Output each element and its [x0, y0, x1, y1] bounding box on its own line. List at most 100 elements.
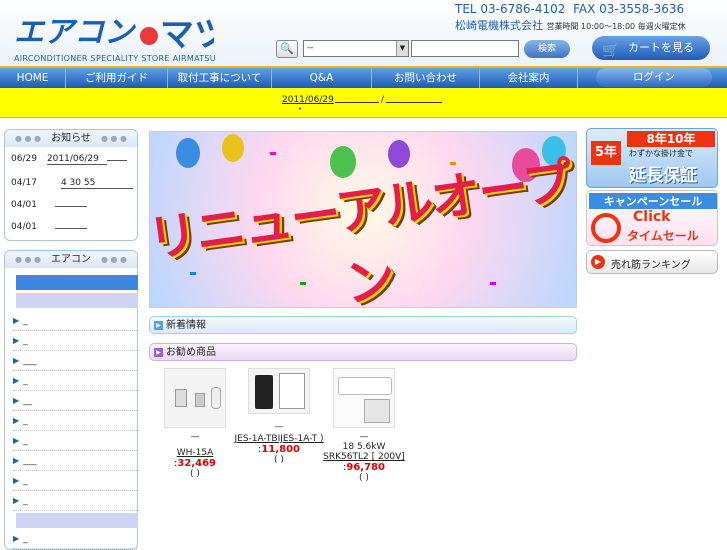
product-image[interactable]	[164, 368, 226, 428]
category-item[interactable]: ▶ _	[13, 491, 137, 511]
news-item[interactable]: 04/01	[11, 222, 87, 232]
aircon-box-header: ● ● ● エアコン ● ● ●	[5, 251, 137, 268]
arrow-right-icon: ▶	[13, 356, 20, 365]
category-item[interactable]: ▶ _	[13, 331, 137, 351]
category-label: _	[23, 534, 28, 544]
view-cart-button[interactable]: 🛒 カートを見る	[592, 36, 710, 60]
search-button[interactable]: 検索	[524, 40, 570, 58]
category-item[interactable]: ▶ ___	[13, 451, 137, 471]
product-spec: 18 5.6kW	[342, 442, 386, 452]
balloon-decoration	[222, 134, 244, 162]
product-thumbnail	[279, 373, 305, 409]
category-highlight[interactable]	[16, 275, 138, 290]
nav-company[interactable]: 会社案内	[480, 68, 578, 88]
news-text[interactable]	[54, 228, 87, 229]
ticker-date-link[interactable]: 2011/06/29	[282, 95, 334, 105]
new-info-title: 新着情報	[166, 320, 206, 331]
ticker-link[interactable]	[386, 102, 442, 103]
news-item[interactable]: 06/29 2011/06/29	[11, 154, 127, 165]
search-input[interactable]	[411, 40, 519, 57]
clock-icon	[591, 213, 621, 243]
category-item[interactable]: ▶ _	[13, 311, 137, 331]
category-band[interactable]	[16, 293, 138, 308]
product-dash: —	[190, 432, 200, 442]
category-label: ___	[23, 356, 37, 366]
product-name[interactable]: SRK56TL2 [ 200V]	[318, 452, 410, 462]
product-thumbnail	[195, 393, 205, 407]
product-card[interactable]: — 18 5.6kW SRK56TL2 [ 200V] :96,780 ( )	[318, 368, 410, 483]
timesale-banner[interactable]: キャンペーンセール Click タイムセール	[586, 190, 718, 246]
news-text[interactable]: 4 30 55	[60, 178, 133, 189]
business-hours: 営業時間 10:00～18:00 毎週火曜定休	[546, 22, 686, 31]
login-button[interactable]: ログイン	[596, 68, 712, 87]
product-name[interactable]: JES-1A-TBIJES-1A-T )	[234, 434, 324, 444]
click-label: Click	[633, 209, 671, 225]
product-card[interactable]: — JES-1A-TBIJES-1A-T ) :11,800 ( )	[234, 368, 324, 465]
category-label: _	[23, 316, 28, 326]
category-item[interactable]: ▶ ___	[13, 351, 137, 371]
arrow-right-icon: ▶	[13, 416, 20, 425]
category-item[interactable]: ▶ _	[13, 471, 137, 491]
nav-home[interactable]: HOME	[0, 68, 66, 88]
category-label: _	[23, 416, 28, 426]
category-item[interactable]: ▶ _	[13, 411, 137, 431]
arrow-right-icon: ▶	[13, 376, 20, 385]
news-date: 04/01	[11, 222, 37, 232]
category-item[interactable]: ▶ _	[13, 431, 137, 451]
product-image[interactable]	[333, 368, 395, 428]
category-item[interactable]: ▶ _	[13, 529, 137, 549]
product-thumbnail	[338, 377, 392, 395]
new-info-header: ▶ 新着情報	[149, 316, 577, 334]
ticker-separator: /	[381, 95, 385, 105]
extended-warranty-banner[interactable]: 5年 8年10年 わずかな掛け金で 延長保証	[586, 128, 718, 188]
nav-contact[interactable]: お問い合わせ	[372, 68, 480, 88]
category-label: _	[23, 436, 28, 446]
warranty-8-10y: 8年10年	[627, 131, 715, 147]
arrow-right-icon: ▶	[13, 396, 20, 405]
nav-qa[interactable]: Q&A	[272, 68, 372, 88]
category-item[interactable]: ▶ _	[13, 371, 137, 391]
news-text[interactable]	[54, 206, 87, 207]
logo-tagline: AIRCONDITIONER SPECIALITY STORE AIRMATSU	[14, 54, 216, 63]
cart-icon: 🛒	[602, 43, 620, 59]
dots-decoration: ● ● ●	[15, 255, 42, 264]
site-header: エアコン マツ AIRCONDITIONER SPECIALITY STORE …	[0, 0, 727, 66]
phone-number: TEL 03-6786-4102	[455, 2, 566, 16]
arrow-right-icon: ▶	[154, 321, 163, 330]
product-image[interactable]	[248, 368, 310, 414]
category-item[interactable]: ▶ __	[13, 391, 137, 411]
ranking-banner[interactable]: ▶ 売れ筋ランキング	[586, 250, 718, 274]
product-thumbnail	[255, 375, 273, 409]
dots-decoration: ● ● ●	[100, 134, 127, 143]
arrow-right-icon: ▶	[154, 348, 163, 357]
search-icon[interactable]: 🔍	[276, 40, 298, 58]
nav-guide[interactable]: ご利用ガイド	[66, 68, 168, 88]
ticker-underline	[335, 102, 379, 103]
product-name[interactable]: WH-15A	[150, 448, 240, 458]
site-logo[interactable]: エアコン マツ	[14, 8, 228, 55]
renewal-banner[interactable]: リニューアルオープン	[149, 131, 577, 308]
view-cart-label: カートを見る	[628, 41, 694, 54]
product-thumbnail	[211, 387, 221, 409]
balloon-decoration	[176, 138, 200, 168]
news-item[interactable]: 04/17 4 30 55	[11, 178, 133, 189]
category-band[interactable]	[16, 513, 138, 528]
price-value: 96,780	[346, 462, 385, 473]
svg-text:マツ: マツ	[160, 15, 214, 52]
news-text[interactable]: 2011/06/29	[46, 154, 107, 165]
arrow-right-icon: ▶	[13, 476, 20, 485]
news-box-header: ● ● ● お知らせ ● ● ●	[5, 130, 137, 147]
recommended-title: お勧め商品	[166, 347, 216, 358]
aircon-box-title: エアコン	[51, 254, 91, 265]
price-value: 11,800	[261, 444, 300, 455]
product-dash: —	[359, 432, 369, 442]
product-price: :32,469	[150, 458, 240, 469]
nav-installation[interactable]: 取付工事について	[168, 68, 272, 88]
arrow-right-icon: ▶	[13, 336, 20, 345]
news-item[interactable]: 04/01	[11, 200, 87, 210]
category-select[interactable]: -- ▼	[303, 40, 409, 57]
global-nav: HOME ご利用ガイド 取付工事について Q&A お問い合わせ 会社案内 ログイ…	[0, 66, 727, 88]
product-card[interactable]: — WH-15A :32,469 ( )	[150, 368, 240, 479]
news-box-title: お知らせ	[51, 133, 91, 144]
ranking-label: 売れ筋ランキング	[611, 260, 691, 271]
